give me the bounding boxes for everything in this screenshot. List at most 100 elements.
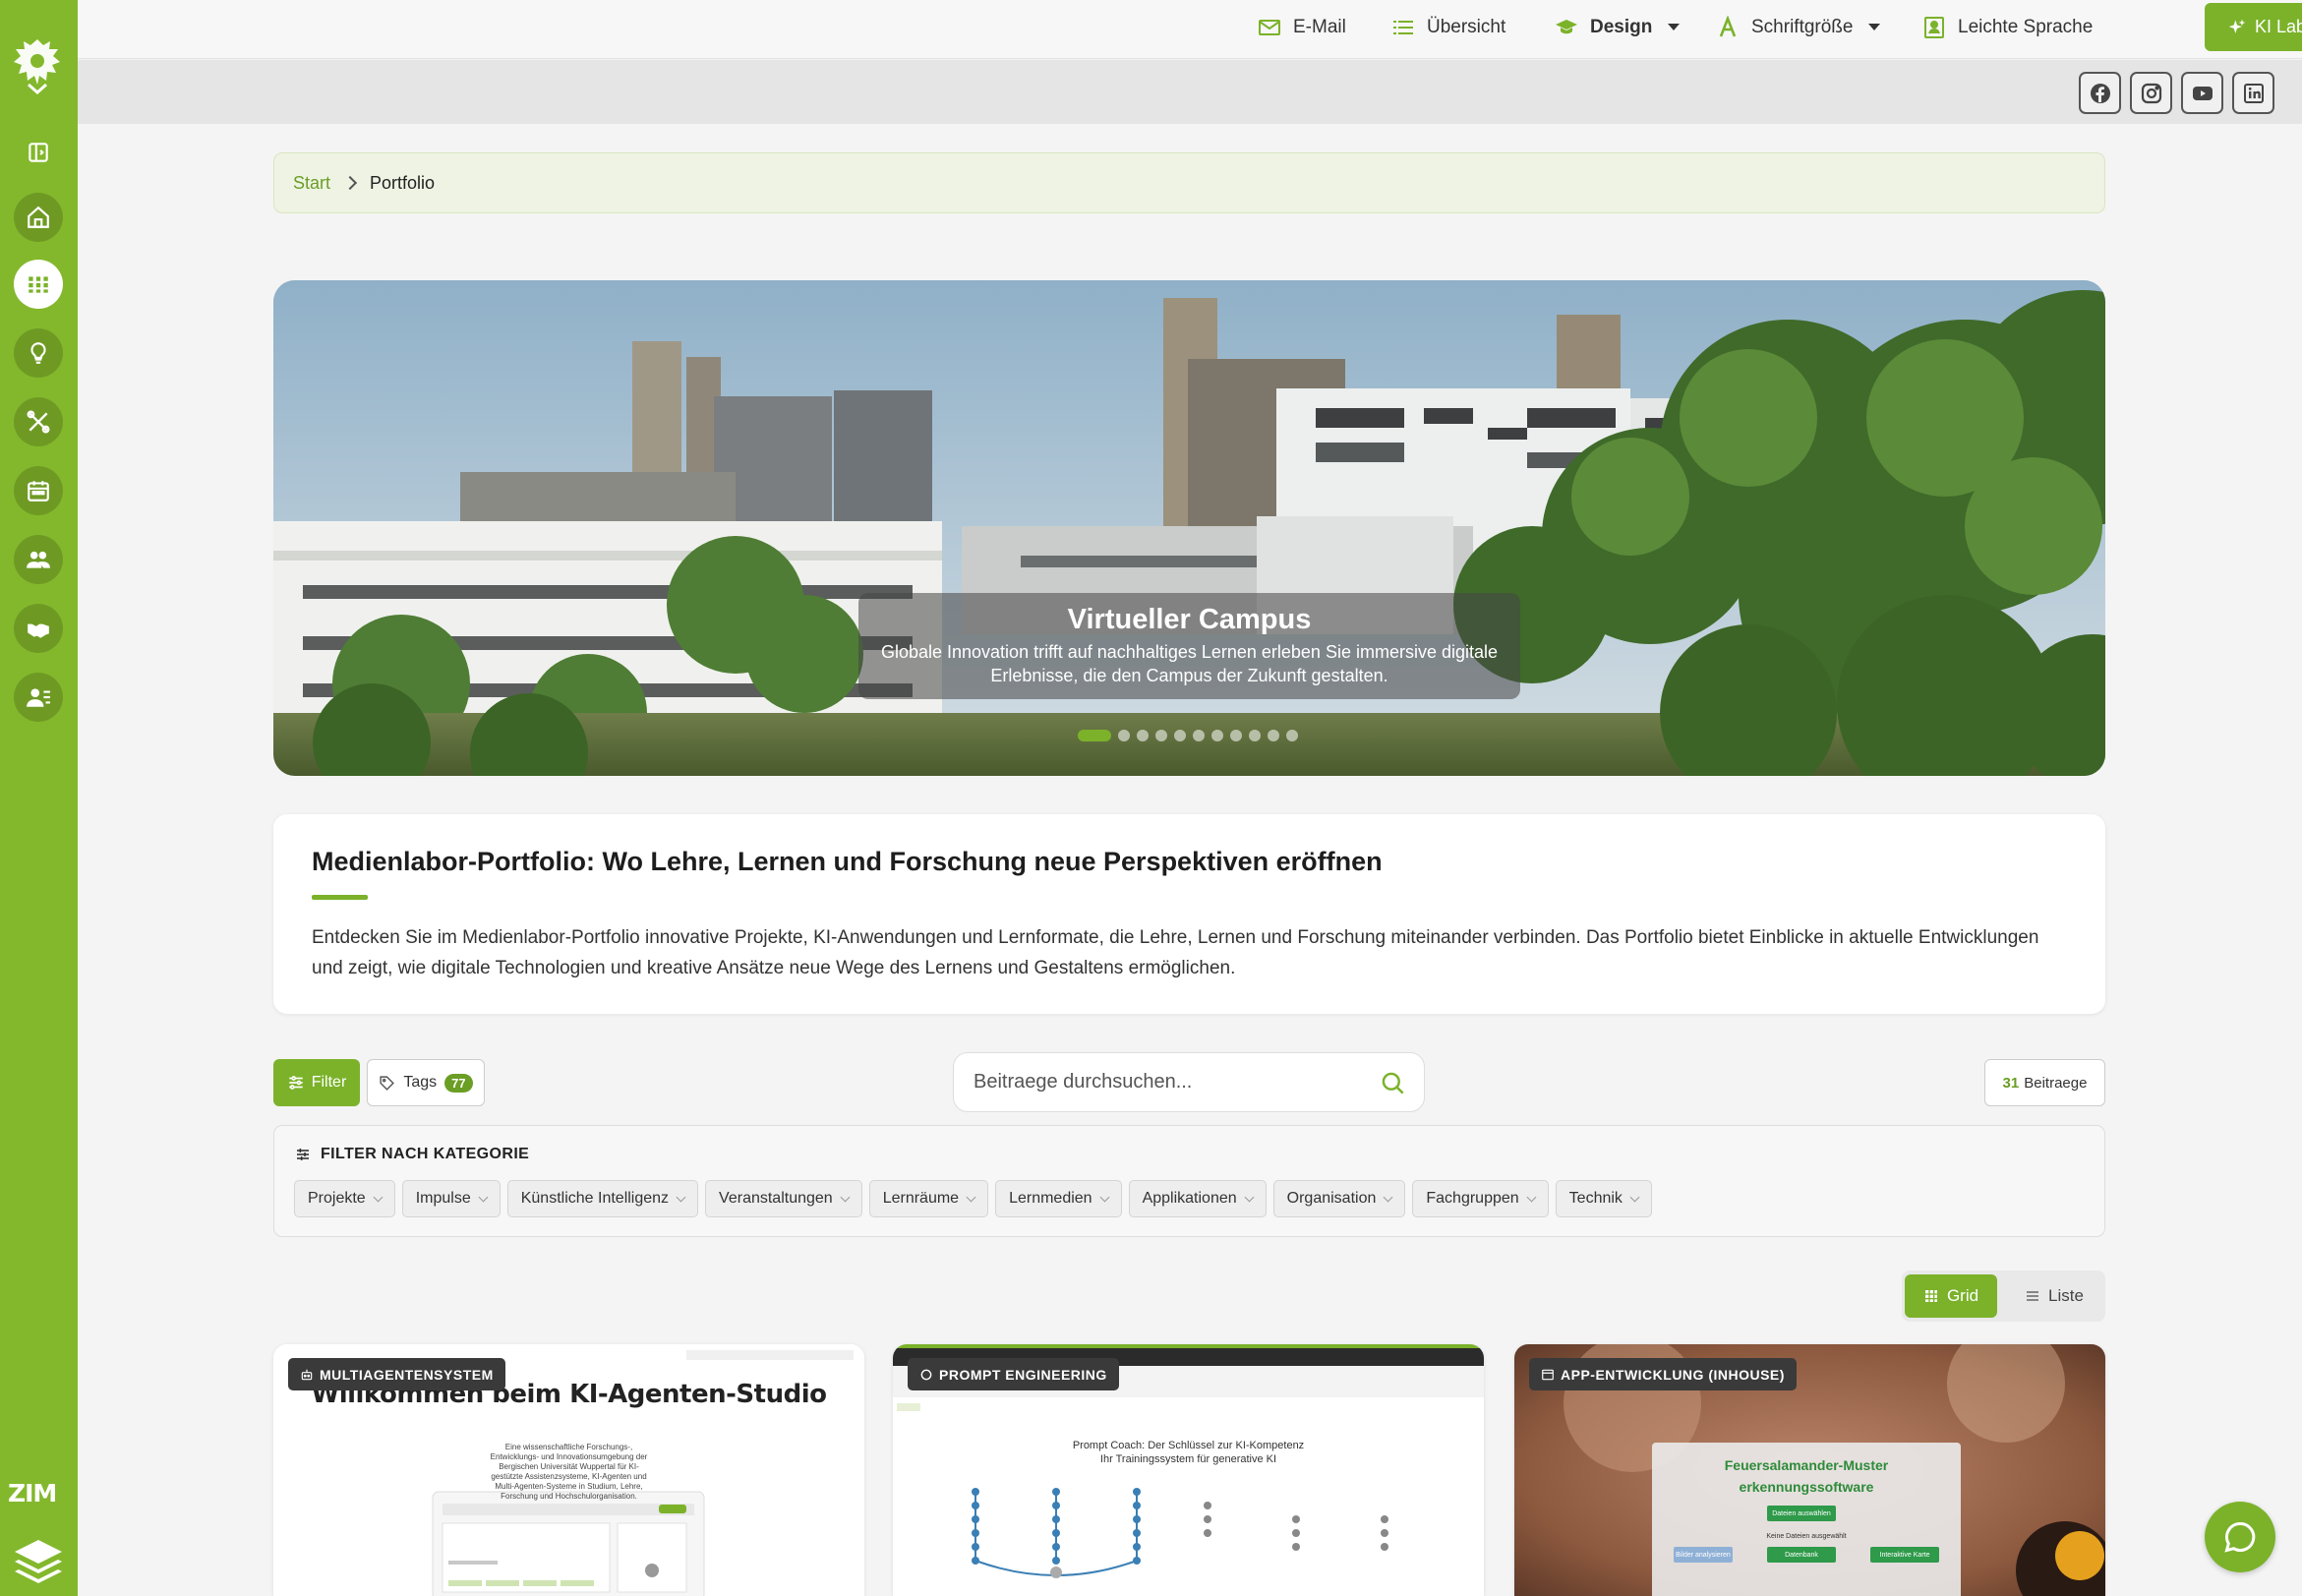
sidebar-item-ideas[interactable] <box>14 328 63 378</box>
post-count: 31 Beitraege <box>1984 1059 2105 1106</box>
category-chip-lernmedien[interactable]: Lernmedien <box>995 1180 1122 1217</box>
font-size-icon <box>1719 15 1737 36</box>
youtube-link[interactable] <box>2181 72 2223 114</box>
hero-slider[interactable]: Virtueller Campus Globale Innovation tri… <box>273 280 2105 776</box>
slider-dot[interactable] <box>1174 730 1186 741</box>
chip-label: Lernmedien <box>1009 1190 1092 1207</box>
nav-email[interactable]: E-Mail <box>1258 0 1346 54</box>
slider-dot[interactable] <box>1193 730 1205 741</box>
slider-dot[interactable] <box>1230 730 1242 741</box>
tags-button[interactable]: Tags 77 <box>367 1059 485 1106</box>
breadcrumb-start-link[interactable]: Start <box>293 173 330 194</box>
chevron-down-icon <box>1629 1192 1640 1202</box>
slider-dot[interactable] <box>1118 730 1130 741</box>
category-chip-applikationen[interactable]: Applikationen <box>1128 1180 1267 1217</box>
chevron-down-icon <box>1668 24 1681 30</box>
chevron-down-icon <box>1099 1192 1110 1202</box>
portfolio-card[interactable]: MULTIAGENTENSYSTEM Willkommen beim KI-Ag… <box>273 1344 864 1596</box>
slider-dots <box>1078 730 1298 741</box>
sidebar-item-team[interactable] <box>14 535 63 584</box>
card-heading: Prompt Coach: Der Schlüssel zur KI-Kompe… <box>893 1439 1484 1466</box>
card-preview-button: Interaktive Karte <box>1870 1547 1939 1563</box>
university-logo-icon[interactable] <box>11 35 64 96</box>
list-view-button[interactable]: Liste <box>2006 1274 2102 1318</box>
search-icon[interactable] <box>1380 1070 1406 1096</box>
sidebar-item-partners[interactable] <box>14 604 63 653</box>
zim-logo: ZIM <box>8 1479 57 1507</box>
facebook-link[interactable] <box>2079 72 2121 114</box>
sliders-icon <box>288 1076 303 1090</box>
robot-icon <box>301 1369 313 1380</box>
category-chip-fachgruppen[interactable]: Fachgruppen <box>1412 1180 1549 1217</box>
search-field[interactable]: Beitraege durchsuchen... <box>953 1052 1425 1112</box>
sidebar-item-home[interactable] <box>14 193 63 242</box>
category-chip-projekte[interactable]: Projekte <box>294 1180 395 1217</box>
nav-uebersicht-label: Übersicht <box>1427 16 1506 37</box>
category-chip-technik[interactable]: Technik <box>1555 1180 1652 1217</box>
card-subtext: Eine wissenschaftliche Forschungs-, Entw… <box>490 1443 648 1501</box>
slider-dot[interactable] <box>1249 730 1261 741</box>
chevron-right-icon <box>342 175 358 191</box>
slider-dot[interactable] <box>1078 730 1111 741</box>
chip-label: Organisation <box>1286 1190 1377 1207</box>
category-chip-kuenstliche-intelligenz[interactable]: Künstliche Intelligenz <box>506 1180 699 1217</box>
grid-view-label: Grid <box>1946 1286 1979 1305</box>
sidebar-item-portfolio[interactable] <box>14 260 63 309</box>
ki-labor-button[interactable]: KI Labor <box>2205 3 2302 51</box>
nav-leichte-sprache[interactable]: Leichte Sprache <box>1922 0 2093 54</box>
social-bar <box>78 60 2302 124</box>
page-title: Medienlabor-Portfolio: Wo Lehre, Lernen … <box>312 847 1383 876</box>
card-heading-line: Prompt Coach: Der Schlüssel zur KI-Kompe… <box>1072 1440 1305 1451</box>
card-preview-button: Bilder analysieren <box>1674 1547 1733 1563</box>
grid-view-button[interactable]: Grid <box>1905 1274 1997 1318</box>
mail-icon <box>1259 19 1280 35</box>
category-chip-impulse[interactable]: Impulse <box>401 1180 501 1217</box>
chevron-down-icon <box>1244 1192 1255 1202</box>
slider-dot[interactable] <box>1155 730 1167 741</box>
chevron-down-icon <box>966 1192 976 1202</box>
sidebar-toggle-icon[interactable] <box>14 128 63 177</box>
sidebar-item-tools[interactable] <box>14 397 63 446</box>
chip-label: Fachgruppen <box>1426 1190 1519 1207</box>
portfolio-card[interactable]: APP-ENTWICKLUNG (INHOUSE) Feuersalamande… <box>1514 1344 2105 1596</box>
tags-label: Tags <box>403 1074 438 1091</box>
card-preview-button: Datenbank <box>1767 1547 1836 1563</box>
category-filter: FILTER NACH KATEGORIE Projekte Impulse K… <box>273 1125 2105 1237</box>
slider-dot[interactable] <box>1211 730 1223 741</box>
portfolio-card[interactable]: PROMPT ENGINEERING Prompt Coach: Der Sch… <box>893 1344 1484 1596</box>
search-input[interactable]: Beitraege durchsuchen... <box>974 1071 1192 1094</box>
linkedin-link[interactable] <box>2232 72 2274 114</box>
sidebar-item-contacts[interactable] <box>14 673 63 722</box>
grid-icon <box>1924 1290 1937 1302</box>
slider-dot[interactable] <box>1268 730 1279 741</box>
category-chip-veranstaltungen[interactable]: Veranstaltungen <box>705 1180 862 1217</box>
chat-button[interactable] <box>2205 1502 2275 1572</box>
slider-dot[interactable] <box>1137 730 1149 741</box>
ki-labor-label: KI Labor <box>2254 17 2302 36</box>
filter-sliders-icon <box>297 1149 309 1160</box>
category-chip-organisation[interactable]: Organisation <box>1272 1180 1406 1217</box>
slider-dot[interactable] <box>1286 730 1298 741</box>
sidebar-item-calendar[interactable] <box>14 466 63 515</box>
view-toggle: Grid Liste <box>1902 1271 2105 1322</box>
card-tag-label: MULTIAGENTENSYSTEM <box>320 1366 494 1383</box>
contact-card-icon <box>27 688 50 707</box>
nav-uebersicht[interactable]: Übersicht <box>1391 0 1505 54</box>
category-chip-lernraeume[interactable]: Lernräume <box>868 1180 989 1217</box>
chevron-down-icon <box>1526 1192 1537 1202</box>
card-preview-button: Dateien auswählen <box>1767 1506 1836 1521</box>
easy-language-icon <box>1924 16 1944 38</box>
facebook-icon <box>2090 83 2110 103</box>
app-icon <box>1542 1369 1554 1380</box>
filter-button[interactable]: Filter <box>273 1059 360 1106</box>
youtube-icon <box>2192 86 2213 100</box>
chevron-down-icon <box>1868 24 1881 30</box>
layers-logo-icon <box>15 1540 62 1583</box>
nav-design-dropdown[interactable]: Design <box>1555 0 1681 54</box>
instagram-link[interactable] <box>2130 72 2172 114</box>
filter-label: Filter <box>311 1074 347 1091</box>
sidebar: ZIM <box>0 0 78 1596</box>
linkedin-icon <box>2243 83 2264 103</box>
nav-schriftgroesse-dropdown[interactable]: Schriftgröße <box>1716 0 1881 54</box>
breadcrumb-current: Portfolio <box>370 172 436 193</box>
